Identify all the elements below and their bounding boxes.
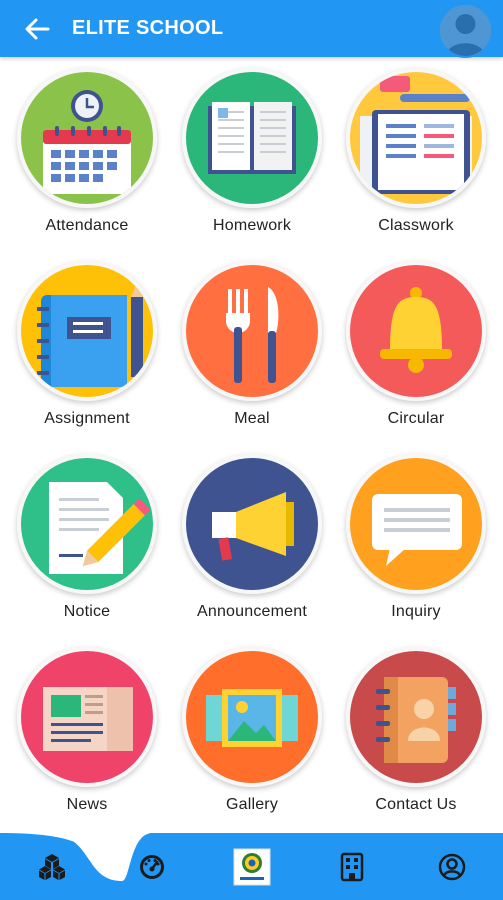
tile-label: Attendance bbox=[45, 217, 129, 234]
megaphone-icon bbox=[186, 458, 318, 590]
tile-label: Gallery bbox=[225, 796, 279, 813]
note-pencil-icon bbox=[21, 458, 153, 590]
arrow-left-icon bbox=[25, 18, 50, 39]
menu-tile-meal[interactable]: Meal bbox=[177, 261, 327, 441]
news-circle bbox=[17, 647, 157, 787]
gallery-circle bbox=[182, 647, 322, 787]
menu-tile-contact-us[interactable]: Contact Us bbox=[341, 647, 491, 827]
menu-tile-attendance[interactable]: Attendance bbox=[12, 68, 162, 248]
app-bar: ELITE SCHOOL bbox=[0, 0, 503, 58]
menu-tile-assignment[interactable]: Assignment bbox=[12, 261, 162, 441]
user-avatar-button[interactable] bbox=[438, 3, 493, 58]
chat-bubble-icon bbox=[350, 458, 482, 590]
tile-label: Classwork bbox=[378, 217, 454, 234]
inquiry-circle bbox=[346, 454, 486, 594]
tile-label: Assignment bbox=[44, 410, 130, 427]
picture-gallery-icon bbox=[186, 651, 318, 783]
notice-circle bbox=[17, 454, 157, 594]
homework-circle bbox=[182, 68, 322, 208]
menu-tile-homework[interactable]: Homework bbox=[177, 68, 327, 248]
app-title: ELITE SCHOOL bbox=[72, 17, 224, 39]
menu-tile-gallery[interactable]: Gallery bbox=[177, 647, 327, 827]
assignment-circle bbox=[17, 261, 157, 401]
announcement-circle bbox=[182, 454, 322, 594]
notepad-pencil-icon bbox=[21, 265, 153, 397]
user-avatar-icon bbox=[440, 5, 491, 56]
building-icon bbox=[340, 852, 364, 881]
tile-label: Announcement bbox=[196, 603, 308, 620]
meal-circle bbox=[182, 261, 322, 401]
newspaper-icon bbox=[21, 651, 153, 783]
tile-label: Inquiry bbox=[391, 603, 441, 620]
menu-tile-inquiry[interactable]: Inquiry bbox=[341, 454, 491, 634]
tile-label: News bbox=[66, 796, 108, 813]
contact-us-circle bbox=[346, 647, 486, 787]
open-book-icon bbox=[186, 72, 318, 204]
bell-icon bbox=[350, 265, 482, 397]
bottom-navigation bbox=[0, 833, 503, 900]
circular-circle bbox=[346, 261, 486, 401]
menu-tile-news[interactable]: News bbox=[12, 647, 162, 827]
address-book-icon bbox=[350, 651, 482, 783]
profile-icon bbox=[438, 853, 466, 880]
tile-label: Circular bbox=[387, 410, 445, 427]
menu-tile-announcement[interactable]: Announcement bbox=[177, 454, 327, 634]
menu-tile-circular[interactable]: Circular bbox=[341, 261, 491, 441]
attendance-circle bbox=[17, 68, 157, 208]
nav-item-profile[interactable] bbox=[422, 833, 482, 900]
tile-label: Meal bbox=[234, 410, 270, 427]
nav-item-home[interactable] bbox=[22, 833, 82, 900]
tile-label: Notice bbox=[63, 603, 111, 620]
dashboard-gauge-icon bbox=[140, 854, 164, 879]
school-logo-icon bbox=[233, 848, 271, 885]
classwork-circle bbox=[346, 68, 486, 208]
menu-tile-notice[interactable]: Notice bbox=[12, 454, 162, 634]
tile-label: Homework bbox=[212, 217, 292, 234]
notebook-icon bbox=[350, 72, 482, 204]
menu-tile-classwork[interactable]: Classwork bbox=[341, 68, 491, 248]
nav-item-school[interactable] bbox=[222, 833, 282, 900]
cubes-icon bbox=[39, 853, 65, 880]
fork-knife-icon bbox=[186, 265, 318, 397]
tile-label: Contact Us bbox=[375, 796, 457, 813]
nav-item-building[interactable] bbox=[322, 833, 382, 900]
nav-item-dashboard[interactable] bbox=[122, 833, 182, 900]
back-button[interactable] bbox=[20, 12, 54, 46]
attendance-calendar-icon bbox=[21, 72, 153, 204]
